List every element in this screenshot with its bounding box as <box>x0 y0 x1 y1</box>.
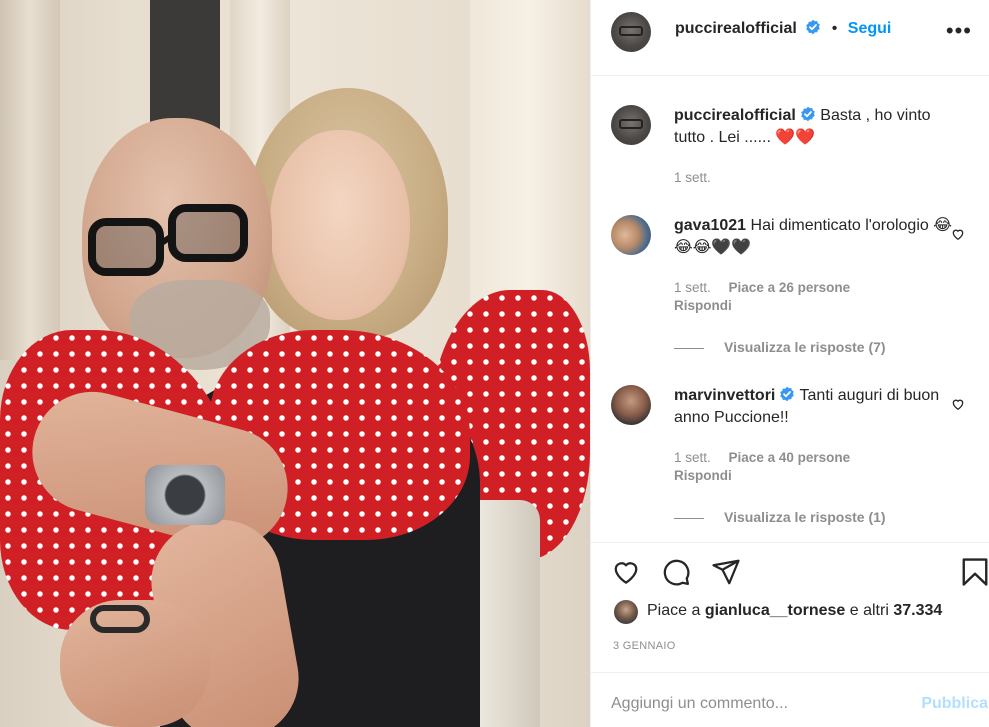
comment-icon[interactable] <box>661 557 691 587</box>
post-date[interactable]: 3 GENNAIO <box>613 640 676 652</box>
comment-time[interactable]: 1 sett. <box>674 280 711 295</box>
comment-meta: 1 sett. Piace a 26 persone Rispondi <box>674 279 850 315</box>
replies-divider <box>674 517 704 519</box>
like-comment-icon[interactable] <box>951 227 965 241</box>
view-replies[interactable]: Visualizza le risposte (1) <box>674 509 886 525</box>
comment-input[interactable]: Aggiungi un commento... <box>611 695 788 713</box>
post-header: puccirealofficial • Segui ••• <box>591 0 989 76</box>
background-curtain <box>0 0 60 360</box>
caption-text: puccirealofficial Basta , ho vinto tutto… <box>674 105 954 149</box>
verified-badge-icon <box>806 19 821 35</box>
heart-icon[interactable] <box>611 557 641 587</box>
likes-count[interactable]: 37.334 <box>893 602 942 619</box>
separator-dot: • <box>831 20 838 37</box>
verified-badge-icon <box>780 386 795 402</box>
comment-item: marvinvettori Tanti auguri di buon anno … <box>611 385 981 525</box>
glasses-icon <box>88 204 248 276</box>
caption-username[interactable]: puccirealofficial <box>674 107 796 124</box>
bracelet <box>90 605 150 633</box>
bookmark-icon[interactable] <box>961 557 989 587</box>
likes-suffix: e altri <box>845 602 894 619</box>
more-options-icon[interactable]: ••• <box>946 20 972 42</box>
comment-likes[interactable]: Piace a 26 persone <box>729 280 851 295</box>
liker-username[interactable]: gianluca__tornese <box>705 602 846 619</box>
add-comment-bar: Aggiungi un commento... Pubblica <box>591 672 989 727</box>
replies-divider <box>674 347 704 349</box>
author-line: puccirealofficial • Segui <box>675 19 891 38</box>
reply-button[interactable]: Rispondi <box>674 468 732 483</box>
like-comment-icon[interactable] <box>951 397 965 411</box>
share-icon[interactable] <box>711 557 741 587</box>
comment-text: gava1021 Hai dimenticato l'orologio 😂😂😂🖤… <box>674 215 954 259</box>
comment-text: marvinvettori Tanti auguri di buon anno … <box>674 385 954 429</box>
follow-button[interactable]: Segui <box>848 20 892 37</box>
author-avatar[interactable] <box>611 105 651 145</box>
wristwatch <box>145 465 225 525</box>
view-replies-label[interactable]: Visualizza le risposte (7) <box>724 339 886 355</box>
post-photo[interactable] <box>0 0 590 727</box>
caption-emoji: ❤️❤️ <box>775 129 816 146</box>
comment-username[interactable]: marvinvettori <box>674 387 775 404</box>
post-sidebar: puccirealofficial • Segui ••• puccirealo… <box>590 0 989 727</box>
comment-meta: 1 sett. Piace a 40 persone Rispondi <box>674 449 850 485</box>
comment-item: gava1021 Hai dimenticato l'orologio 😂😂😂🖤… <box>611 215 981 355</box>
girl-face <box>270 130 410 320</box>
author-avatar[interactable] <box>611 12 651 52</box>
commenter-avatar[interactable] <box>611 215 651 255</box>
liker-avatar[interactable] <box>614 600 638 624</box>
reply-button[interactable]: Rispondi <box>674 298 732 313</box>
view-replies-label[interactable]: Visualizza le risposte (1) <box>724 509 886 525</box>
action-bar <box>591 542 989 604</box>
publish-button[interactable]: Pubblica <box>921 695 988 713</box>
caption-meta: 1 sett. <box>674 169 725 187</box>
caption-time[interactable]: 1 sett. <box>674 170 711 185</box>
commenter-avatar[interactable] <box>611 385 651 425</box>
view-replies[interactable]: Visualizza le risposte (7) <box>674 339 886 355</box>
likes-prefix: Piace a <box>647 602 705 619</box>
caption: puccirealofficial Basta , ho vinto tutto… <box>611 105 981 185</box>
comment-likes[interactable]: Piace a 40 persone <box>729 450 851 465</box>
comment-username[interactable]: gava1021 <box>674 217 746 234</box>
comment-time[interactable]: 1 sett. <box>674 450 711 465</box>
verified-badge-icon <box>801 106 815 122</box>
likes-text: Piace a gianluca__tornese e altri 37.334 <box>647 602 942 620</box>
author-username[interactable]: puccirealofficial <box>675 20 797 37</box>
